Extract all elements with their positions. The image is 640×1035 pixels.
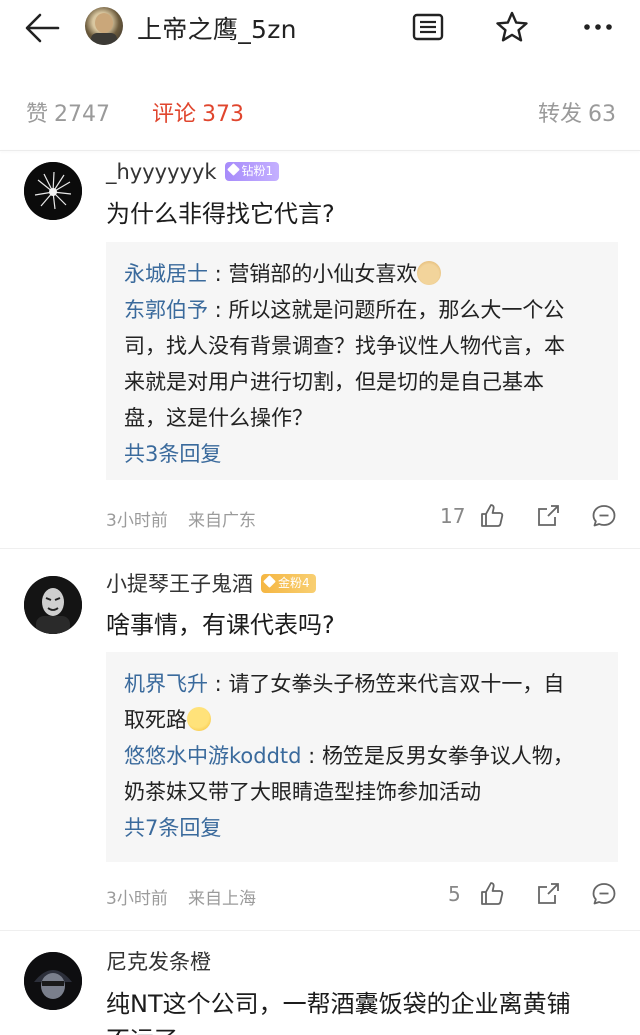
comment-separator	[0, 548, 640, 549]
reply-item: 永城居士 : 营销部的小仙女喜欢	[124, 256, 600, 292]
comment-location: 来自上海	[188, 889, 256, 909]
reply-text-line: 请了女拳头子杨笠来代言双十一，自	[228, 672, 565, 696]
username-text: 小提琴王子鬼酒	[106, 572, 253, 596]
reply-box[interactable]: 机界飞升 : 请了女拳头子杨笠来代言双十一，自 取死路 悠悠水中游koddtd …	[106, 652, 618, 862]
reply-username[interactable]: 机界飞升	[124, 672, 208, 696]
top-bar: 上帝之鹰_5zn	[0, 0, 640, 56]
star-icon[interactable]	[494, 10, 530, 44]
reply-box[interactable]: 永城居士 : 营销部的小仙女喜欢 东郭伯予 : 所以这就是问题所在，那么大一个公…	[106, 242, 618, 480]
reply-item: 悠悠水中游koddtd : 杨笠是反男女拳争议人物， 奶茶妹又带了大眼睛造型挂饰…	[124, 744, 574, 804]
tab-likes[interactable]: 赞 2747	[26, 96, 110, 128]
comment-location: 来自广东	[188, 511, 256, 531]
comment-text: 啥事情，有课代表吗?	[106, 611, 335, 639]
badge-label: 钻粉1	[241, 163, 274, 178]
comment-meta: 3小时前 来自广东 17	[106, 502, 618, 532]
reply-text-line: 盘，这是什么操作？	[124, 406, 313, 430]
author-avatar[interactable]	[85, 7, 123, 45]
fan-badge[interactable]: 钻粉1	[224, 161, 280, 181]
thumb-up-icon[interactable]	[478, 880, 506, 908]
tab-reposts[interactable]: 转发 63	[538, 96, 616, 128]
reply-username[interactable]: 永城居士	[124, 262, 208, 286]
tab-likes-count: 2747	[54, 102, 111, 127]
tab-comments[interactable]: 评论 373	[152, 96, 244, 128]
avatar[interactable]	[24, 162, 82, 220]
comment-text: 纯NT这个公司，一帮酒囊饭袋的企业离黄铺	[106, 990, 571, 1018]
reply-text-line: 杨笠是反男女拳争议人物，	[321, 744, 574, 768]
more-replies-link[interactable]: 共7条回复	[124, 810, 600, 846]
thinking-emoji-icon	[187, 707, 211, 731]
comment-icon[interactable]	[590, 502, 618, 530]
gold-badge-icon	[263, 574, 276, 588]
share-icon[interactable]	[534, 880, 562, 908]
reply-item: 东郭伯予 : 所以这就是问题所在，那么大一个公 司，找人没有背景调查？找争议性人…	[124, 298, 565, 430]
like-count: 5	[448, 882, 461, 906]
avatar[interactable]	[24, 952, 82, 1010]
back-arrow-icon[interactable]	[22, 12, 62, 44]
reply-text: 营销部的小仙女喜欢	[228, 262, 418, 286]
more-icon[interactable]	[580, 10, 616, 44]
comment-time: 3小时前	[106, 889, 168, 909]
tab-likes-label: 赞	[26, 102, 49, 127]
comment-text-continued: 不远了	[106, 1020, 178, 1035]
share-icon[interactable]	[534, 502, 562, 530]
reply-item: 机界飞升 : 请了女拳头子杨笠来代言双十一，自 取死路	[124, 672, 565, 732]
fan-badge[interactable]: 金粉4	[261, 573, 316, 593]
comment-separator	[0, 930, 640, 931]
tab-comments-label: 评论	[152, 102, 197, 127]
comment-icon[interactable]	[590, 880, 618, 908]
reply-text-line: 取死路	[124, 708, 187, 732]
thumb-up-icon[interactable]	[478, 502, 506, 530]
comment-text: 为什么非得找它代言?	[106, 200, 335, 228]
tab-comments-count: 373	[202, 102, 245, 127]
avatar[interactable]	[24, 576, 82, 634]
list-icon[interactable]	[410, 10, 446, 44]
reply-username[interactable]: 东郭伯予	[124, 298, 208, 322]
more-replies-link[interactable]: 共3条回复	[124, 436, 600, 472]
like-count: 17	[440, 504, 466, 528]
comment-time: 3小时前	[106, 511, 168, 531]
reply-text-line: 司，找人没有背景调查？找争议性人物代言，本	[124, 334, 565, 358]
comment-username[interactable]: 尼克发条橙	[106, 946, 211, 976]
reply-text-line: 奶茶妹又带了大眼睛造型挂饰参加活动	[124, 780, 481, 804]
diamond-icon	[226, 162, 240, 176]
comment-username[interactable]: 小提琴王子鬼酒 金粉4	[106, 568, 316, 598]
doge-emoji-icon	[417, 261, 442, 285]
username-text: _hyyyyyyk	[106, 160, 217, 184]
tab-divider	[0, 150, 640, 151]
comment-username[interactable]: _hyyyyyyk 钻粉1	[106, 160, 280, 184]
reply-text-line: 来就是对用户进行切割，但是切的是自己基本	[124, 370, 544, 394]
tab-reposts-count: 63	[588, 102, 616, 127]
comment-meta: 3小时前 来自上海 5	[106, 880, 618, 910]
author-name[interactable]: 上帝之鹰_5zn	[137, 10, 297, 46]
reply-username[interactable]: 悠悠水中游koddtd	[124, 744, 302, 768]
reply-text-line: 所以这就是问题所在，那么大一个公	[228, 298, 565, 322]
badge-label: 金粉4	[278, 575, 310, 590]
tab-reposts-label: 转发	[537, 102, 582, 127]
tab-bar: 赞 2747 评论 373 转发 63	[0, 88, 640, 136]
